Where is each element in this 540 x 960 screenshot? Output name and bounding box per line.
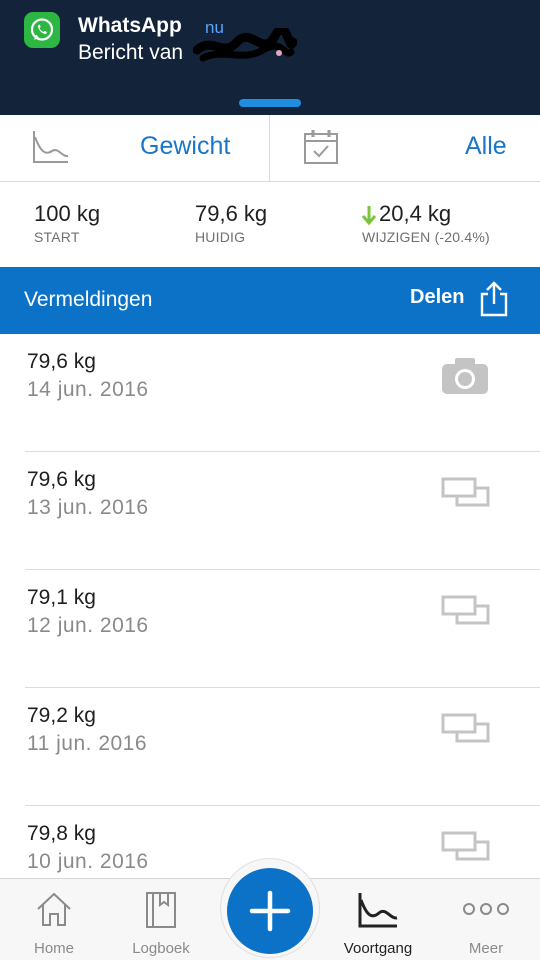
notification-message: Bericht van: [78, 41, 184, 64]
camera-icon: [442, 358, 488, 394]
entry-weight: 79,6 kg: [27, 468, 96, 491]
scale-sync-icon: [441, 831, 490, 861]
range-selector[interactable]: Alle: [270, 115, 540, 182]
stat-current-label: HUIDIG: [195, 229, 246, 245]
scale-sync-icon: [441, 477, 490, 507]
stat-change-value: 20,4 kg: [379, 201, 452, 226]
tab-more-label: Meer: [468, 940, 504, 957]
progress-chart-icon: [358, 893, 398, 928]
tab-home-label: Home: [33, 940, 74, 957]
tab-more[interactable]: Meer: [432, 879, 540, 960]
notification-banner[interactable]: WhatsApp nu Bericht van: [0, 0, 540, 115]
add-entry-button[interactable]: [227, 868, 313, 954]
book-icon: [146, 892, 176, 928]
stat-current: 79,6 kg HUIDIG: [195, 201, 267, 245]
share-button[interactable]: Delen: [410, 286, 464, 309]
notification-app-name: WhatsApp: [78, 14, 182, 37]
entry-weight: 79,1 kg: [27, 586, 96, 609]
entry-date: 10 jun. 2016: [27, 850, 149, 873]
scale-sync-icon: [441, 713, 490, 743]
entry-weight: 79,2 kg: [27, 704, 96, 727]
whatsapp-icon: [24, 12, 60, 48]
calendar-check-icon: [304, 130, 338, 164]
stat-change-label: WIJZIGEN (-20.4%): [362, 229, 490, 245]
stat-start: 100 kg START: [34, 201, 100, 245]
entry-date: 13 jun. 2016: [27, 496, 149, 519]
entry-date: 12 jun. 2016: [27, 614, 149, 637]
tab-home[interactable]: Home: [0, 879, 108, 960]
stat-current-value: 79,6 kg: [195, 201, 268, 226]
share-icon[interactable]: [478, 281, 510, 317]
entries-title: Vermeldingen: [24, 288, 153, 311]
stat-start-value: 100 kg: [34, 201, 101, 226]
arrow-down-icon: [362, 206, 376, 226]
notification-drag-handle[interactable]: [239, 99, 301, 107]
tab-progress[interactable]: Voortgang: [324, 879, 432, 960]
range-label: Alle: [465, 132, 507, 160]
tab-progress-label: Voortgang: [343, 940, 413, 957]
entry-date: 11 jun. 2016: [27, 732, 148, 755]
stat-change: 20,4 kg WIJZIGEN (-20.4%): [362, 201, 490, 245]
entries-list: 79,6 kg 14 jun. 2016 79,6 kg 13 jun. 201…: [0, 334, 540, 924]
filter-toolbar: Gewicht Alle: [0, 115, 540, 182]
entries-header: Vermeldingen Delen: [0, 267, 540, 334]
metric-selector[interactable]: Gewicht: [0, 115, 269, 182]
trend-chart-icon: [33, 131, 69, 163]
scale-sync-icon: [441, 595, 490, 625]
plus-icon: [249, 890, 291, 932]
tab-logbook[interactable]: Logboek: [107, 879, 215, 960]
more-dots-icon: [463, 903, 509, 915]
list-item[interactable]: 79,2 kg 11 jun. 2016: [0, 688, 540, 806]
list-item[interactable]: 79,1 kg 12 jun. 2016: [0, 570, 540, 688]
list-item[interactable]: 79,6 kg 13 jun. 2016: [0, 452, 540, 570]
entry-date: 14 jun. 2016: [27, 378, 149, 401]
entry-weight: 79,8 kg: [27, 822, 96, 845]
entry-weight: 79,6 kg: [27, 350, 96, 373]
metric-label: Gewicht: [140, 132, 231, 160]
tab-logbook-label: Logboek: [132, 940, 190, 957]
list-item[interactable]: 79,6 kg 14 jun. 2016: [0, 334, 540, 452]
weight-summary: 100 kg START 79,6 kg HUIDIG 20,4 kg WIJZ…: [0, 183, 540, 267]
stat-start-label: START: [34, 229, 80, 245]
home-icon: [37, 892, 71, 926]
redaction-scribble: [193, 28, 297, 62]
